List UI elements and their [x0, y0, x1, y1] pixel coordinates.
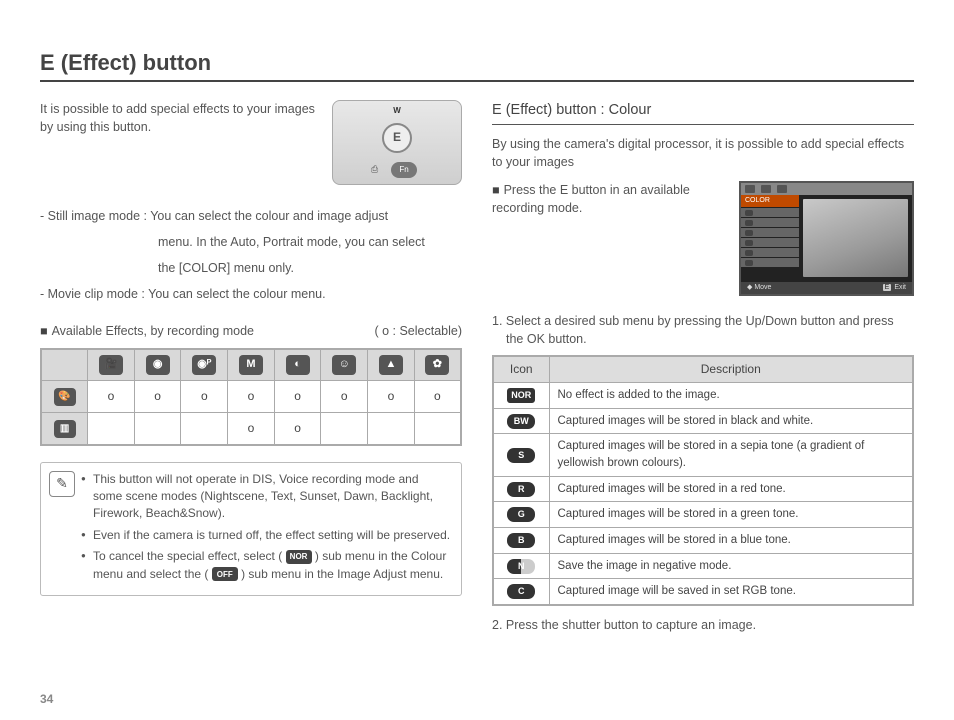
right-column: E (Effect) button : Colour By using the … [492, 100, 914, 640]
colour-effects-table: Icon Description NOR No effect is added t… [492, 355, 914, 606]
mode-night-icon: ◐ [286, 355, 310, 375]
note-item: This button will not operate in DIS, Voi… [83, 471, 451, 523]
square-bullet-icon: ■ [492, 183, 500, 197]
lcd-e-key-icon: E [883, 284, 892, 291]
mode-program-icon: ◉ᴾ [192, 355, 216, 375]
row-adjust-icon: ▥ [54, 420, 76, 438]
cell [181, 413, 228, 445]
lcd-preview: COLOR ◆ Move EExit [739, 181, 914, 296]
effect-desc: Captured images will be stored in a red … [549, 476, 913, 502]
available-effects-label: Available Effects, by recording mode [52, 324, 254, 338]
note-icon: ✎ [49, 471, 75, 497]
cell [88, 413, 135, 445]
col-desc-head: Description [549, 356, 913, 383]
table-row: Icon Description [493, 356, 913, 383]
mode-movie-icon: 🎥 [99, 355, 123, 375]
square-bullet-icon: ■ [40, 324, 48, 338]
cell [368, 413, 415, 445]
camera-illustration: W E ⎙ Fn [332, 100, 462, 185]
note-item: Even if the camera is turned off, the ef… [83, 527, 451, 544]
movie-mode-line: - Movie clip mode : You can select the c… [40, 285, 462, 303]
effect-button-icon: E [382, 123, 412, 153]
mode-descriptions: - Still image mode : You can select the … [40, 207, 462, 304]
cell: o [368, 381, 415, 413]
selectable-legend: ( o : Selectable) [374, 322, 462, 340]
table-row: 🎥 ◉ ◉ᴾ M ◐ ☺ ▲ ✿ [41, 349, 461, 381]
effect-desc: Captured image will be saved in set RGB … [549, 579, 913, 605]
effect-desc: No effect is added to the image. [549, 382, 913, 408]
colour-intro: By using the camera's digital processor,… [492, 135, 914, 171]
table-row: S Captured images will be stored in a sep… [493, 434, 913, 476]
effect-desc: Captured images will be stored in black … [549, 408, 913, 434]
left-column: It is possible to add special effects to… [40, 100, 462, 640]
mode-scene-icon: ▲ [379, 355, 403, 375]
lcd-move-label: Move [754, 284, 771, 291]
mode-portrait-icon: ☺ [332, 355, 356, 375]
intro-text: It is possible to add special effects to… [40, 100, 318, 136]
lcd-menu-title: COLOR [741, 195, 799, 207]
lcd-exit-label: Exit [894, 284, 906, 291]
cell: o [228, 381, 275, 413]
effect-desc: Captured images will be stored in a blue… [549, 527, 913, 553]
cell [321, 413, 368, 445]
cell [414, 413, 461, 445]
effect-desc: Captured images will be stored in a sepi… [549, 434, 913, 476]
step-1: 1. Select a desired sub menu by pressing… [492, 312, 914, 348]
effect-nor-icon: NOR [507, 388, 535, 403]
note-item: To cancel the special effect, select ( N… [83, 548, 451, 583]
effect-sepia-icon: S [507, 448, 535, 463]
cell: o [134, 381, 181, 413]
effect-green-icon: G [507, 507, 535, 522]
still-line1: You can select the colour and image adju… [150, 209, 388, 223]
cell: o [181, 381, 228, 413]
effect-red-icon: R [507, 482, 535, 497]
fn-button-icon: Fn [391, 162, 417, 178]
table-row: B Captured images will be stored in a blu… [493, 527, 913, 553]
still-line3: the [COLOR] menu only. [40, 259, 462, 277]
effect-blue-icon: B [507, 533, 535, 548]
still-mode-label: - Still image mode : [40, 209, 147, 223]
col-icon-head: Icon [493, 356, 549, 383]
zoom-wide-label: W [393, 105, 401, 117]
page-title: E (Effect) button [40, 50, 914, 82]
effect-negative-icon: N [507, 559, 535, 574]
effect-bw-icon: BW [507, 414, 535, 429]
table-row: C Captured image will be saved in set RGB… [493, 579, 913, 605]
table-row: ▥ o o [41, 413, 461, 445]
cell [134, 413, 181, 445]
effect-desc: Save the image in negative mode. [549, 553, 913, 579]
cell: o [88, 381, 135, 413]
table-row: BW Captured images will be stored in blac… [493, 408, 913, 434]
effect-custom-icon: C [507, 584, 535, 599]
cell: o [228, 413, 275, 445]
table-row: R Captured images will be stored in a red… [493, 476, 913, 502]
notes-box: ✎ This button will not operate in DIS, V… [40, 462, 462, 596]
off-inline-icon: OFF [212, 567, 238, 581]
cell: o [414, 381, 461, 413]
table-row: NOR No effect is added to the image. [493, 382, 913, 408]
mode-auto-icon: ◉ [146, 355, 170, 375]
mode-manual-icon: M [239, 355, 263, 375]
effect-desc: Captured images will be stored in a gree… [549, 502, 913, 528]
still-line2: menu. In the Auto, Portrait mode, you ca… [40, 233, 462, 251]
table-row: N Save the image in negative mode. [493, 553, 913, 579]
table-row: 🎨 o o o o o o o o [41, 381, 461, 413]
table-row: G Captured images will be stored in a gre… [493, 502, 913, 528]
cell: o [274, 413, 321, 445]
nor-inline-icon: NOR [286, 550, 312, 564]
print-icon: ⎙ [371, 163, 378, 176]
mode-macro-icon: ✿ [425, 355, 449, 375]
step-2: 2. Press the shutter button to capture a… [492, 616, 914, 634]
lcd-sample-image [803, 199, 908, 277]
page-number: 34 [40, 692, 53, 706]
cell: o [321, 381, 368, 413]
row-palette-icon: 🎨 [54, 388, 76, 406]
cell: o [274, 381, 321, 413]
effects-matrix-table: 🎥 ◉ ◉ᴾ M ◐ ☺ ▲ ✿ 🎨 o o o o o o [40, 348, 462, 446]
press-e-text: Press the E button in an available recor… [492, 183, 690, 215]
colour-subhead: E (Effect) button : Colour [492, 100, 914, 125]
